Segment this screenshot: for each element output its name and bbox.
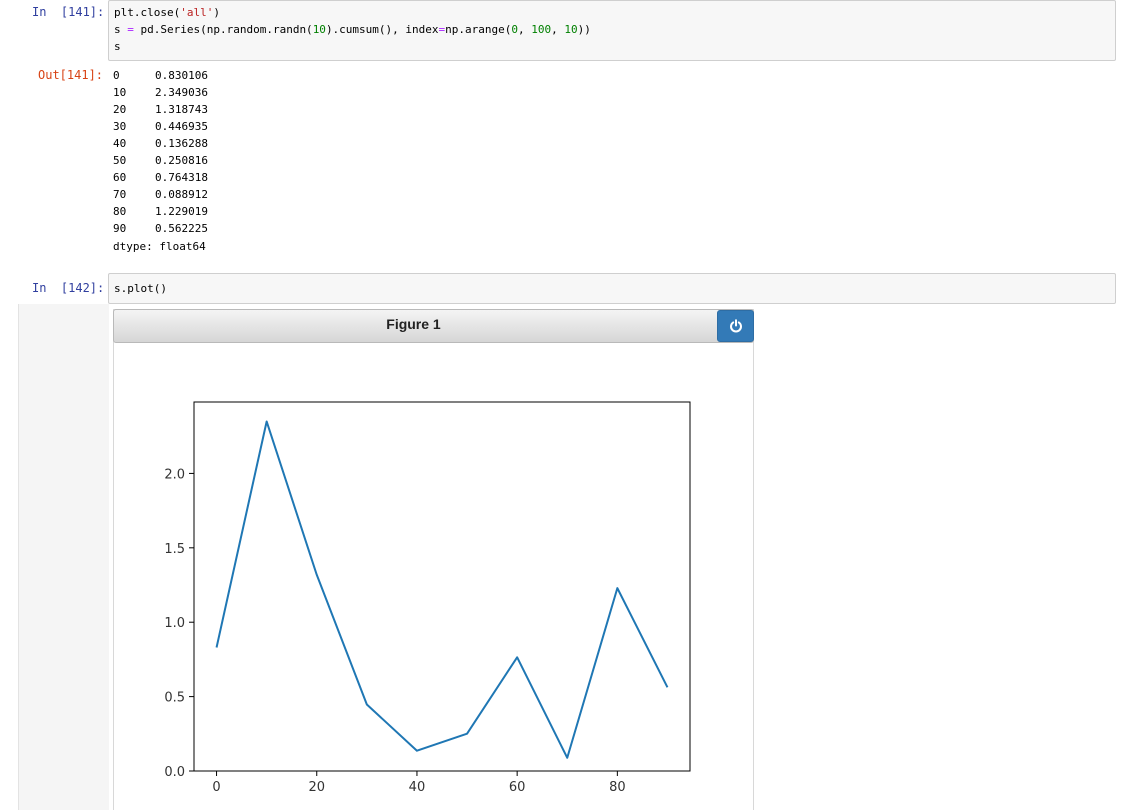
y-tick-label: 1.0 xyxy=(164,616,185,631)
x-tick-label: 0 xyxy=(212,780,220,795)
x-tick-label: 80 xyxy=(609,780,626,795)
plot-area xyxy=(193,401,691,772)
y-tick-label: 2.0 xyxy=(164,467,185,482)
y-tick-label: 1.5 xyxy=(164,542,185,557)
y-tick-label: 0.0 xyxy=(164,765,185,780)
x-tick-label: 40 xyxy=(409,780,426,795)
y-tick-label: 0.5 xyxy=(164,691,185,706)
line-chart[interactable]: 0 20 40 60 80 0.0 0.5 1.0 1.5 2.0 xyxy=(0,0,1138,810)
x-tick-label: 20 xyxy=(308,780,325,795)
x-tick-label: 60 xyxy=(509,780,526,795)
series-line xyxy=(215,420,669,759)
